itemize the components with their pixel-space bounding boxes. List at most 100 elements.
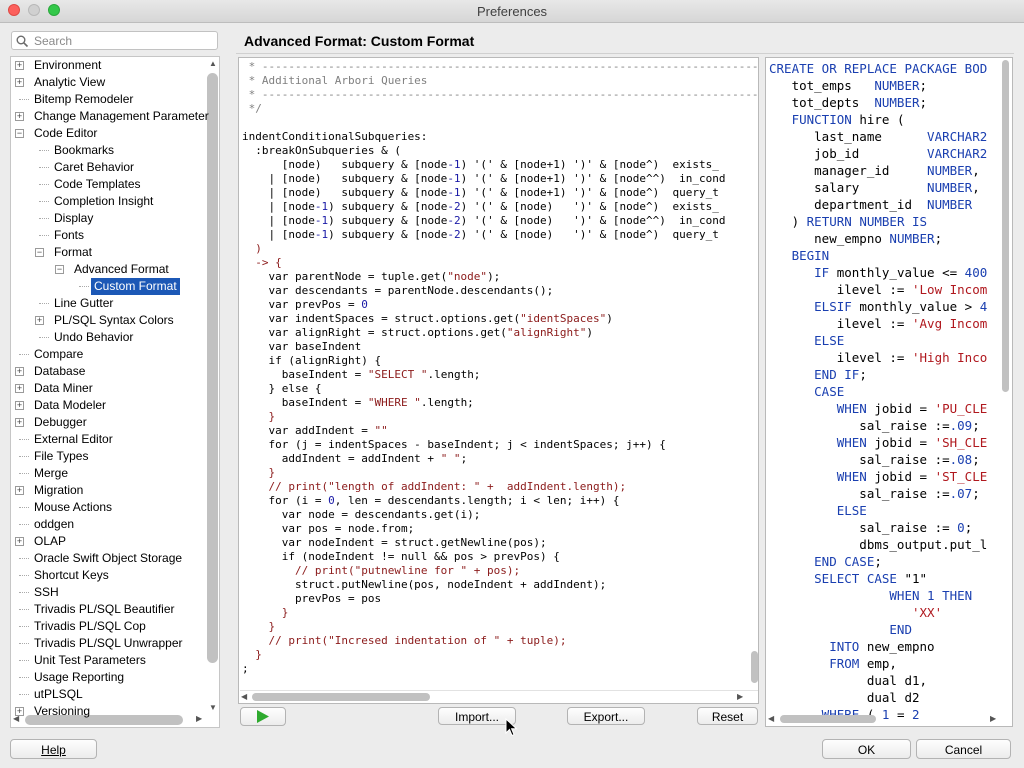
expand-icon[interactable]: + <box>15 486 24 495</box>
expand-icon[interactable]: + <box>15 61 24 70</box>
expand-icon[interactable]: + <box>15 78 24 87</box>
tree-item[interactable]: + Migration <box>11 482 196 499</box>
cancel-button[interactable]: Cancel <box>916 739 1011 759</box>
tree-item-label: Trivadis PL/SQL Unwrapper <box>34 636 183 650</box>
preview-vertical-scroll-thumb[interactable] <box>1002 60 1009 392</box>
tree-item[interactable]: Compare <box>11 346 196 363</box>
tree-item[interactable]: + Environment <box>11 57 196 74</box>
tree-item[interactable]: Bookmarks <box>11 142 196 159</box>
scroll-down-arrow-icon[interactable]: ▼ <box>209 703 217 712</box>
tree-item[interactable]: Line Gutter <box>11 295 196 312</box>
tree-item[interactable]: Unit Test Parameters <box>11 652 196 669</box>
tree-item[interactable]: Oracle Swift Object Storage <box>11 550 196 567</box>
tree-item[interactable]: Shortcut Keys <box>11 567 196 584</box>
tree-item[interactable]: Completion Insight <box>11 193 196 210</box>
tree-item[interactable]: − Advanced Format <box>11 261 196 278</box>
tree-item-label: SSH <box>34 585 59 599</box>
tree-item-label: Change Management Parameter <box>34 109 209 123</box>
tree-item-label: Versioning <box>34 704 91 718</box>
tree-item[interactable]: Usage Reporting <box>11 669 196 686</box>
scroll-right-arrow-icon[interactable]: ▶ <box>196 714 202 723</box>
tree-vertical-scrollbar[interactable]: ▲ ▼ <box>206 59 219 714</box>
tree-connector <box>39 150 49 151</box>
tree-item[interactable]: + Change Management Parameter <box>11 108 209 125</box>
search-input[interactable] <box>34 33 214 48</box>
tree-item[interactable]: SSH <box>11 584 196 601</box>
tree-item[interactable]: Trivadis PL/SQL Cop <box>11 618 196 635</box>
editor-vertical-scrollbar[interactable] <box>751 59 758 687</box>
tree-vertical-scroll-thumb[interactable] <box>207 73 218 663</box>
editor-code-text[interactable]: * --------------------------------------… <box>242 60 758 676</box>
tree-item-label: Trivadis PL/SQL Beautifier <box>34 602 175 616</box>
collapse-icon[interactable]: − <box>55 265 64 274</box>
tree-item[interactable]: Custom Format <box>11 278 196 295</box>
tree-item[interactable]: + Versioning <box>11 703 196 720</box>
mouse-cursor-icon <box>505 718 518 737</box>
collapse-icon[interactable]: − <box>15 129 24 138</box>
tree-item[interactable]: + OLAP <box>11 533 196 550</box>
tree-item[interactable]: Mouse Actions <box>11 499 196 516</box>
tree-item[interactable]: Undo Behavior <box>11 329 196 346</box>
tree-connector <box>19 626 29 627</box>
export-button[interactable]: Export... <box>567 707 645 725</box>
tree-item[interactable]: External Editor <box>11 431 196 448</box>
editor-scroll-right-icon[interactable]: ▶ <box>737 692 743 701</box>
help-button-label: Help <box>41 743 66 757</box>
editor-scroll-left-icon[interactable]: ◀ <box>241 692 247 701</box>
tree-connector <box>19 643 29 644</box>
tree-item-label: Debugger <box>34 415 87 429</box>
expand-icon[interactable]: + <box>15 707 24 716</box>
tree-item[interactable]: Caret Behavior <box>11 159 196 176</box>
tree-item[interactable]: Trivadis PL/SQL Beautifier <box>11 601 196 618</box>
tree-item[interactable]: + Debugger <box>11 414 196 431</box>
tree-connector <box>39 184 49 185</box>
tree-item[interactable]: utPLSQL <box>11 686 196 703</box>
arbori-code-editor[interactable]: * --------------------------------------… <box>238 57 759 704</box>
ok-button[interactable]: OK <box>822 739 911 759</box>
expand-icon[interactable]: + <box>15 384 24 393</box>
tree-item-label: Line Gutter <box>54 296 114 310</box>
format-preview-pane[interactable]: CREATE OR REPLACE PACKAGE BOD tot_emps N… <box>765 57 1013 727</box>
expand-icon[interactable]: + <box>15 537 24 546</box>
tree-item[interactable]: − Code Editor <box>11 125 196 142</box>
tree-item-label: Migration <box>34 483 84 497</box>
editor-vertical-scroll-thumb[interactable] <box>751 651 758 683</box>
scroll-up-arrow-icon[interactable]: ▲ <box>209 59 217 68</box>
tree-item[interactable]: + Database <box>11 363 196 380</box>
tree-item-label: Usage Reporting <box>34 670 125 684</box>
preview-scroll-left-icon[interactable]: ◀ <box>768 714 774 723</box>
expand-icon[interactable]: + <box>15 418 24 427</box>
expand-icon[interactable]: + <box>15 367 24 376</box>
tree-item[interactable]: + Analytic View <box>11 74 196 91</box>
collapse-icon[interactable]: − <box>35 248 44 257</box>
tree-item[interactable]: + Data Modeler <box>11 397 196 414</box>
tree-item[interactable]: + PL/SQL Syntax Colors <box>11 312 196 329</box>
tree-connector <box>19 99 29 100</box>
search-box[interactable] <box>11 31 218 50</box>
tree-item[interactable]: − Format <box>11 244 196 261</box>
preview-horizontal-scrollbar[interactable]: ◀ ▶ <box>766 713 1012 725</box>
tree-item[interactable]: Display <box>11 210 196 227</box>
expand-icon[interactable]: + <box>15 112 24 121</box>
tree-item[interactable]: Merge <box>11 465 196 482</box>
preferences-tree[interactable]: ▲ ▼ ◀ ▶ + Environment + Analytic View Bitemp… <box>10 56 220 728</box>
preview-vertical-scrollbar[interactable] <box>1000 58 1010 710</box>
tree-item[interactable]: oddgen <box>11 516 196 533</box>
tree-item[interactable]: + Data Miner <box>11 380 196 397</box>
tree-item[interactable]: File Types <box>11 448 196 465</box>
help-button[interactable]: Help <box>10 739 97 759</box>
editor-horizontal-scrollbar[interactable]: ◀ ▶ <box>240 690 758 703</box>
tree-connector <box>19 609 29 610</box>
run-button[interactable] <box>240 707 286 726</box>
expand-icon[interactable]: + <box>15 401 24 410</box>
preview-horizontal-scroll-thumb[interactable] <box>780 715 876 723</box>
tree-item[interactable]: Code Templates <box>11 176 196 193</box>
editor-horizontal-scroll-thumb[interactable] <box>252 693 430 701</box>
preview-scroll-right-icon[interactable]: ▶ <box>990 714 996 723</box>
tree-item-label: Data Miner <box>34 381 93 395</box>
tree-item[interactable]: Trivadis PL/SQL Unwrapper <box>11 635 196 652</box>
tree-item[interactable]: Bitemp Remodeler <box>11 91 196 108</box>
expand-icon[interactable]: + <box>35 316 44 325</box>
reset-button[interactable]: Reset <box>697 707 758 725</box>
tree-item[interactable]: Fonts <box>11 227 196 244</box>
